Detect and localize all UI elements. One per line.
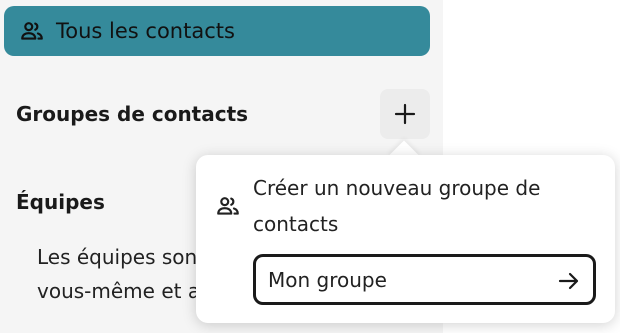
- users-icon: [19, 18, 45, 44]
- contacts-app: Tous les contacts Groupes de contacts Éq…: [0, 0, 620, 333]
- group-name-field: [253, 254, 596, 305]
- popover-title: Créer un nouveau groupe de contacts: [253, 176, 541, 236]
- group-name-input[interactable]: [268, 265, 548, 295]
- teams-section-title: Équipes: [16, 190, 105, 214]
- plus-icon: [394, 103, 416, 125]
- users-icon: [215, 193, 241, 219]
- sidebar-item-all-contacts[interactable]: Tous les contacts: [4, 6, 430, 56]
- create-group-popover: Créer un nouveau groupe de contacts: [196, 155, 615, 323]
- arrow-right-icon: [557, 269, 581, 293]
- sidebar-item-label: Tous les contacts: [56, 19, 235, 43]
- add-group-button[interactable]: [380, 89, 430, 139]
- groups-section-title: Groupes de contacts: [16, 102, 249, 126]
- submit-group-button[interactable]: [555, 267, 583, 295]
